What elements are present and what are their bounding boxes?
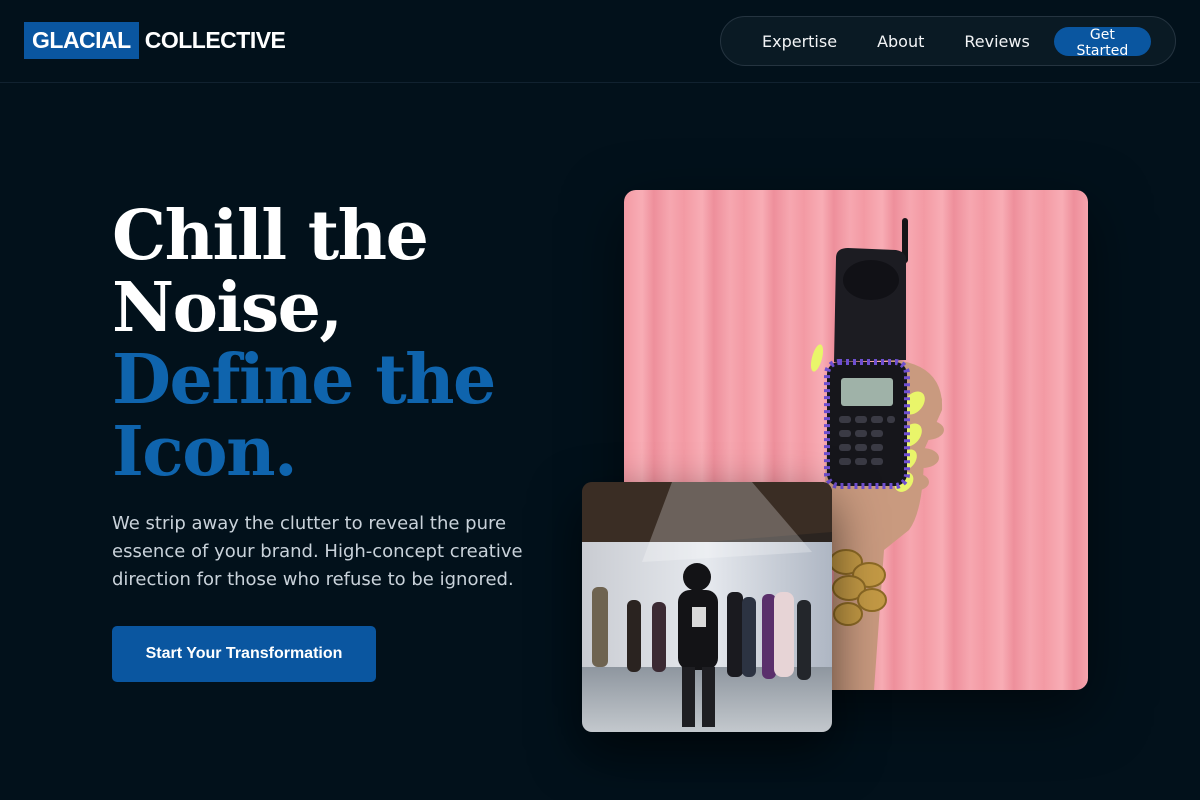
hero-title-line-2: Noise, bbox=[112, 268, 343, 348]
top-bar: GLACIAL COLLECTIVE Expertise About Revie… bbox=[0, 0, 1200, 83]
get-started-button[interactable]: Get Started bbox=[1053, 26, 1151, 59]
brand-logo-highlight: GLACIAL bbox=[24, 22, 139, 59]
fashion-show-runway-photo bbox=[582, 482, 832, 732]
hero-title-line-3: Define the bbox=[112, 340, 496, 420]
runway-illustration bbox=[582, 482, 832, 732]
main-nav: Expertise About Reviews Get Started bbox=[720, 16, 1176, 66]
nav-link-expertise[interactable]: Expertise bbox=[762, 32, 837, 51]
start-transformation-button[interactable]: Start Your Transformation bbox=[112, 626, 376, 682]
hero-title-line-1: Chill the bbox=[112, 196, 429, 276]
brand-logo-text: COLLECTIVE bbox=[144, 27, 286, 53]
brand-logo[interactable]: GLACIAL COLLECTIVE bbox=[24, 22, 286, 59]
hero-title: Chill the Noise, Define the Icon. bbox=[112, 200, 582, 488]
nav-link-about[interactable]: About bbox=[877, 32, 924, 51]
hero-subtitle: We strip away the clutter to reveal the … bbox=[112, 513, 523, 590]
nav-link-reviews[interactable]: Reviews bbox=[964, 32, 1029, 51]
hero-title-line-4: Icon. bbox=[112, 412, 298, 492]
